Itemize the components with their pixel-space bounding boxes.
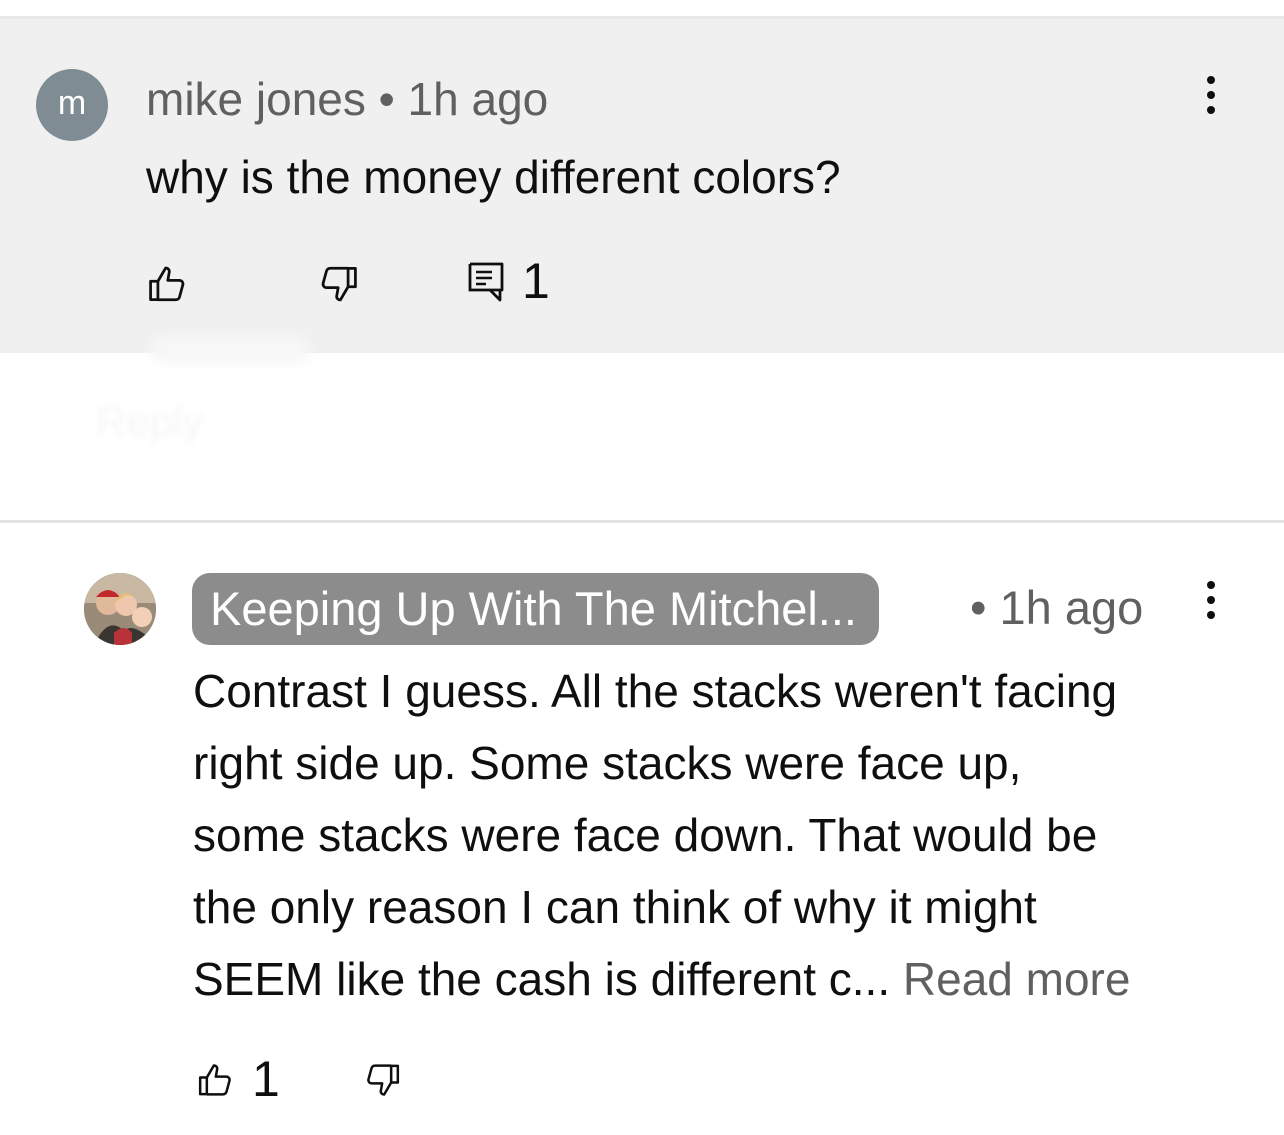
reply-author-chip[interactable]: Keeping Up With The Mitchel... bbox=[192, 573, 879, 645]
reply-text-line: the only reason I can think of why it mi… bbox=[193, 881, 1037, 933]
reply-text-line: some stacks were face down. That would b… bbox=[193, 809, 1098, 861]
reply-count: 1 bbox=[522, 253, 550, 309]
more-vert-icon[interactable] bbox=[1205, 76, 1217, 121]
faded-overlay bbox=[150, 336, 310, 364]
reply-meta: • 1h ago bbox=[970, 580, 1143, 635]
reply-text-line-last: SEEM like the cash is different c... Rea… bbox=[193, 943, 1253, 1015]
reply-text: Contrast I guess. All the stacks weren't… bbox=[193, 655, 1253, 1015]
comment-meta: mike jones • 1h ago bbox=[146, 72, 548, 126]
family-photo-icon bbox=[84, 573, 156, 645]
like-count: 1 bbox=[252, 1051, 280, 1107]
reply-time: 1h ago bbox=[999, 581, 1144, 634]
thumbs-down-icon[interactable] bbox=[362, 1060, 402, 1100]
meta-separator: • bbox=[970, 581, 1000, 634]
avatar[interactable]: m bbox=[36, 69, 108, 141]
reply-author: Keeping Up With The Mitchel... bbox=[210, 582, 857, 635]
faded-reply-label: Reply bbox=[96, 398, 204, 445]
avatar-letter: m bbox=[57, 84, 87, 122]
comment-time: 1h ago bbox=[407, 73, 549, 125]
comment-text: why is the money different colors? bbox=[146, 151, 841, 203]
thumbs-down-icon[interactable] bbox=[316, 262, 360, 306]
reply-text-truncated: SEEM like the cash is different c... bbox=[193, 953, 891, 1005]
thumbs-up-icon[interactable] bbox=[146, 262, 190, 306]
reply-avatar[interactable] bbox=[84, 573, 156, 645]
reply-text-line: right side up. Some stacks were face up, bbox=[193, 737, 1022, 789]
reply-text-line: Contrast I guess. All the stacks weren't… bbox=[193, 665, 1118, 717]
comment-author[interactable]: mike jones bbox=[146, 73, 366, 125]
meta-separator: • bbox=[365, 73, 408, 125]
thumbs-up-icon[interactable] bbox=[196, 1060, 236, 1100]
section-divider bbox=[0, 520, 1284, 523]
more-vert-icon[interactable] bbox=[1205, 581, 1217, 626]
comment-icon[interactable] bbox=[466, 260, 506, 304]
read-more-link[interactable]: Read more bbox=[903, 953, 1131, 1005]
faded-reply-button: Reply bbox=[96, 398, 486, 468]
